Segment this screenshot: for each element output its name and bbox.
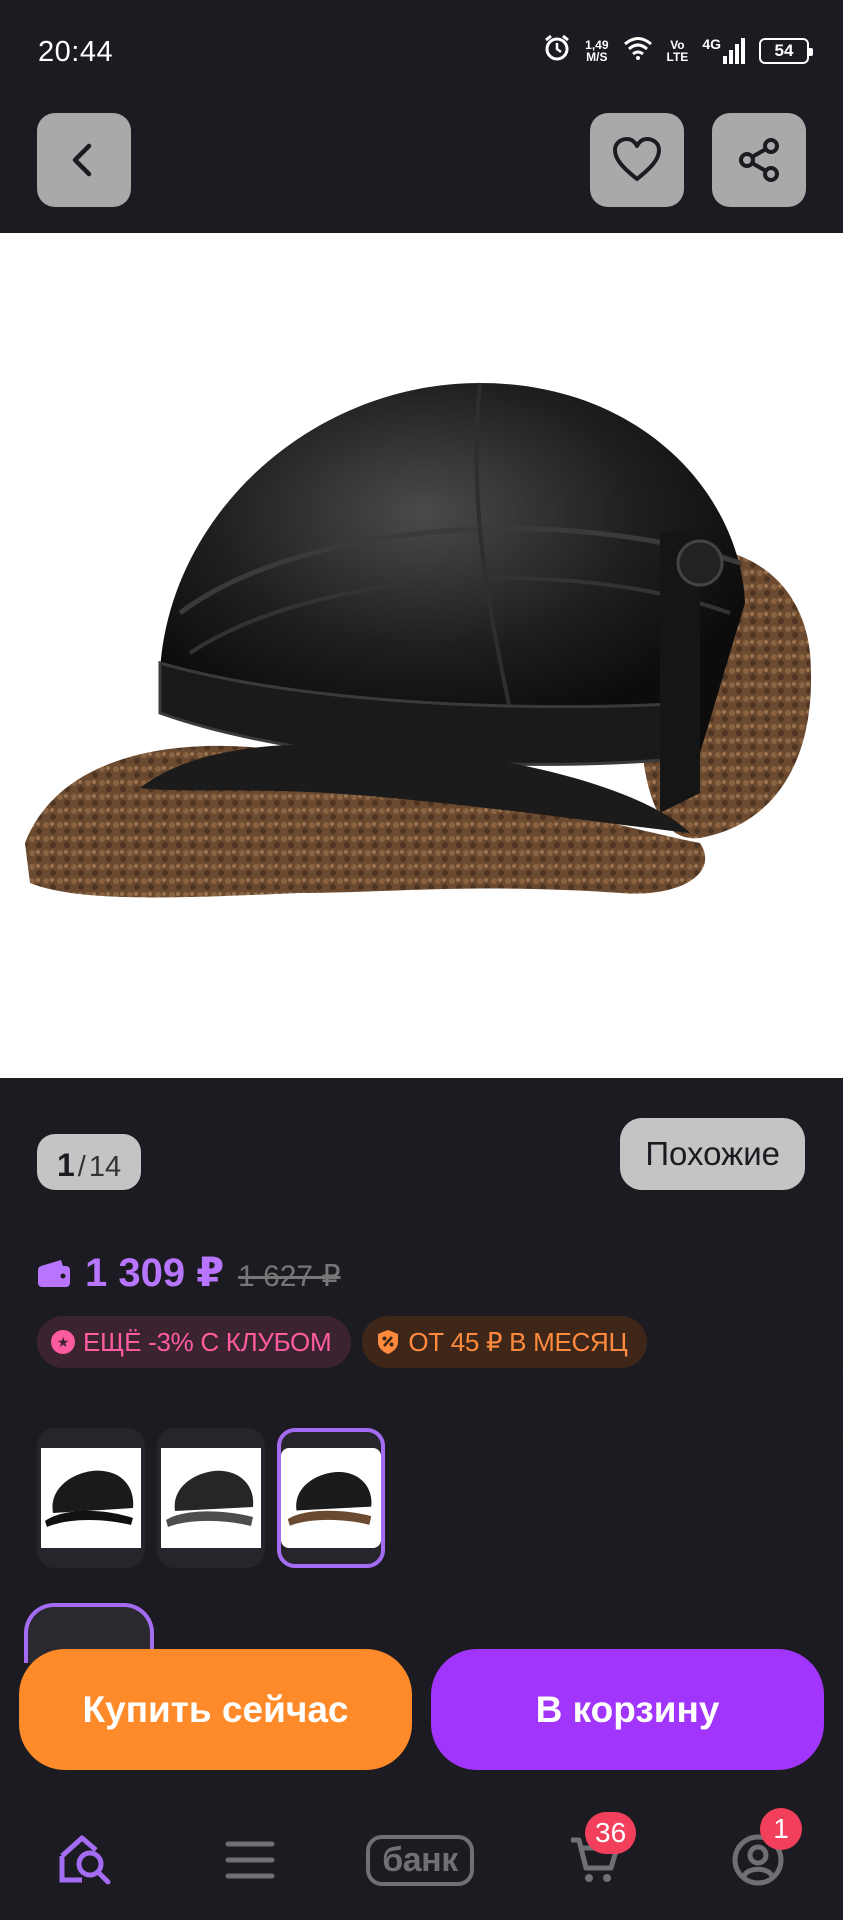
variant-thumb[interactable]	[157, 1428, 265, 1568]
volte-top: Vo	[670, 37, 685, 52]
wifi-icon	[623, 36, 653, 65]
nav-home[interactable]	[45, 1800, 125, 1920]
bank-label: банк	[366, 1834, 474, 1886]
image-counter-current: 1	[57, 1147, 75, 1183]
home-search-icon	[59, 1835, 111, 1885]
promo-badges: ★ ЕЩЁ -3% С КЛУБОМ ОТ 45 ₽ В МЕСЯЦ	[37, 1316, 648, 1368]
variant-thumb-image	[281, 1448, 381, 1548]
wallet-icon	[38, 1260, 70, 1287]
variant-thumb-selected[interactable]	[277, 1428, 385, 1568]
leather-cap-image	[25, 382, 812, 898]
status-icons: 1,49 M/S Vo LTE 4G 54	[543, 34, 813, 67]
chevron-left-icon	[72, 143, 92, 177]
image-counter-separator: /	[77, 1151, 86, 1183]
heart-icon	[613, 137, 661, 181]
variant-thumb-image	[161, 1448, 261, 1548]
net-speed-unit: M/S	[586, 49, 608, 64]
net-speed: 1,49 M/S	[585, 39, 608, 63]
profile-notification-badge: 1	[760, 1808, 802, 1850]
status-time: 20:44	[38, 36, 114, 68]
volte-bottom: LTE	[666, 49, 689, 64]
nav-cart[interactable]: 36	[555, 1800, 637, 1920]
bottom-navigation: банк 36 1	[0, 1800, 843, 1920]
variant-thumb-image	[41, 1448, 141, 1548]
status-bar: 20:44 1,49 M/S Vo LTE 4G 54	[0, 0, 843, 105]
installment-badge[interactable]: ОТ 45 ₽ В МЕСЯЦ	[362, 1316, 648, 1368]
top-bar	[0, 105, 843, 233]
cart-count-badge: 36	[585, 1812, 637, 1854]
image-counter-total: 14	[88, 1151, 122, 1183]
favorite-button[interactable]	[590, 113, 684, 207]
installment-label: ОТ 45 ₽ В МЕСЯЦ	[408, 1326, 628, 1357]
current-price: 1 309 ₽	[85, 1251, 225, 1295]
product-info-card: 1 / 14 Похожие 1 309 ₽ 1 627 ₽ ★ ЕЩЁ -3%…	[0, 1078, 843, 1396]
menu-icon	[225, 1841, 275, 1879]
product-image[interactable]	[0, 233, 843, 1078]
battery-indicator: 54	[759, 37, 813, 64]
club-discount-badge[interactable]: ★ ЕЩЁ -3% С КЛУБОМ	[37, 1316, 352, 1368]
share-button[interactable]	[712, 113, 806, 207]
signal-indicator: 4G	[702, 35, 745, 64]
alarm-icon	[543, 34, 571, 67]
network-type: 4G	[702, 35, 721, 52]
image-counter: 1 / 14	[37, 1134, 142, 1190]
star-icon: ★	[51, 1330, 75, 1354]
old-price: 1 627 ₽	[238, 1260, 341, 1293]
back-button[interactable]	[37, 113, 131, 207]
similar-button[interactable]: Похожие	[620, 1118, 805, 1190]
nav-bank[interactable]: банк	[355, 1800, 485, 1920]
net-speed-value: 1,49	[585, 37, 609, 52]
add-to-cart-button[interactable]: В корзину	[431, 1649, 824, 1770]
nav-catalog[interactable]	[210, 1800, 290, 1920]
variant-thumb[interactable]	[37, 1428, 145, 1568]
price-row: 1 309 ₽ 1 627 ₽	[37, 1250, 341, 1296]
nav-profile[interactable]: 1	[718, 1800, 802, 1920]
share-icon	[739, 138, 779, 182]
buy-now-button[interactable]: Купить сейчас	[19, 1649, 412, 1770]
signal-icon	[723, 37, 745, 64]
volte-indicator: Vo LTE	[667, 39, 689, 63]
percent-shield-icon	[378, 1330, 399, 1354]
battery-level: 54	[774, 40, 794, 60]
club-discount-label: ЕЩЁ -3% С КЛУБОМ	[83, 1326, 332, 1357]
